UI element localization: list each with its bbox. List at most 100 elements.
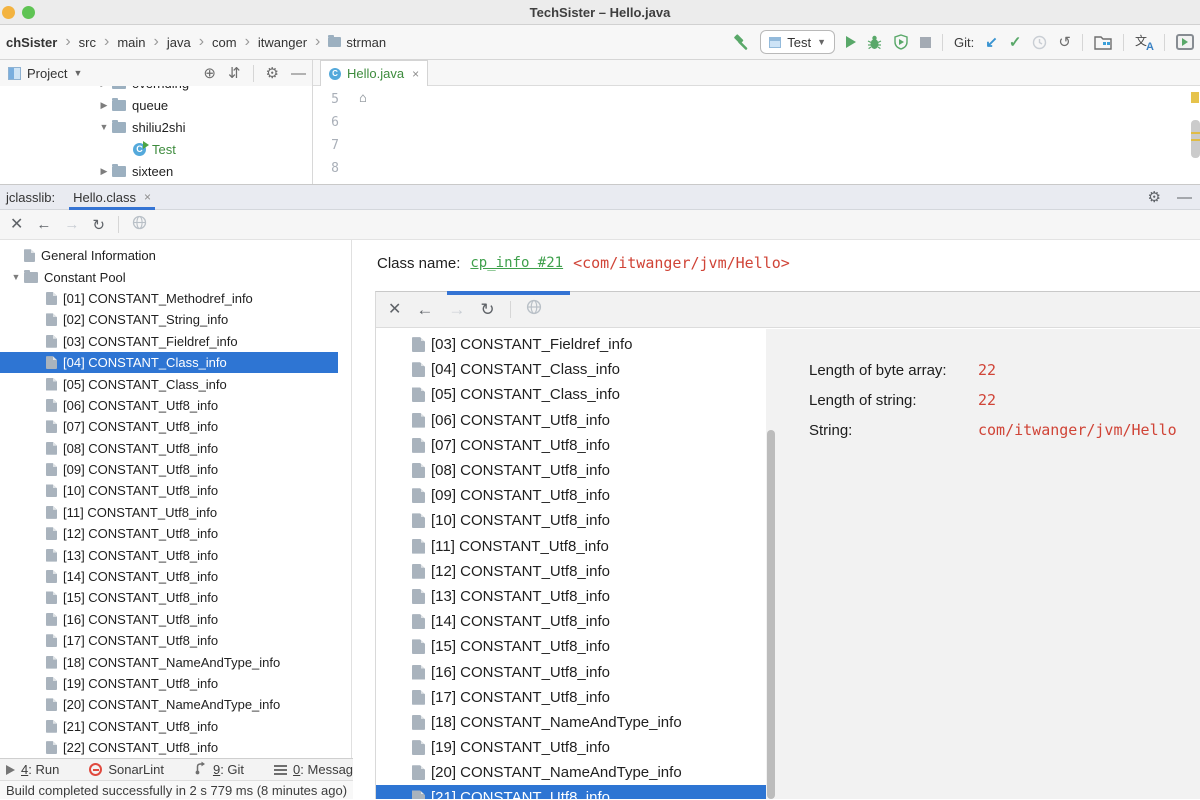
- tree-node[interactable]: [21] CONSTANT_Utf8_info: [376, 785, 766, 799]
- tree-node[interactable]: General Information: [0, 245, 338, 266]
- breadcrumb-item[interactable]: itwanger: [237, 33, 307, 51]
- line-number[interactable]: 5: [313, 92, 339, 107]
- hide-panel-icon[interactable]: —: [1177, 190, 1192, 205]
- toolwindow-button[interactable]: 9: Git: [194, 761, 244, 778]
- stop-button[interactable]: [920, 36, 932, 48]
- fold-gutter[interactable]: [339, 157, 375, 180]
- breadcrumb-item[interactable]: com: [191, 33, 237, 51]
- project-tree-node[interactable]: overriding: [0, 86, 312, 94]
- forward-arrow-icon[interactable]: →: [64, 216, 79, 233]
- tree-node[interactable]: [14] CONSTANT_Utf8_info: [0, 566, 338, 587]
- run-toolwindow-icon[interactable]: [1176, 34, 1194, 50]
- gear-icon[interactable]: ⚙: [266, 66, 279, 81]
- tree-node[interactable]: [08] CONSTANT_Utf8_info: [376, 458, 766, 483]
- tree-node[interactable]: [08] CONSTANT_Utf8_info: [0, 438, 338, 459]
- expand-arrow-icon[interactable]: [8, 272, 24, 282]
- tree-node[interactable]: [18] CONSTANT_NameAndType_info: [376, 710, 766, 735]
- locate-file-icon[interactable]: ⊕: [203, 66, 216, 81]
- tree-node[interactable]: [11] CONSTANT_Utf8_info: [376, 534, 766, 559]
- tree-node[interactable]: [13] CONSTANT_Utf8_info: [0, 544, 338, 565]
- tree-node[interactable]: [02] CONSTANT_String_info: [0, 309, 338, 330]
- project-tree-node[interactable]: queue: [0, 94, 312, 116]
- expand-arrow-icon[interactable]: [96, 86, 112, 89]
- breadcrumb-item[interactable]: java: [146, 33, 191, 51]
- tree-node[interactable]: [04] CONSTANT_Class_info: [0, 351, 338, 374]
- expand-arrow-icon[interactable]: [96, 166, 112, 177]
- reload-icon[interactable]: ↻: [92, 216, 105, 234]
- tree-node[interactable]: [16] CONSTANT_Utf8_info: [376, 659, 766, 684]
- fold-gutter[interactable]: [339, 111, 375, 134]
- editor-tab-hello-java[interactable]: Hello.java ×: [320, 60, 429, 86]
- tree-node[interactable]: [03] CONSTANT_Fieldref_info: [376, 332, 766, 357]
- back-arrow-icon[interactable]: ←: [416, 300, 433, 320]
- fold-gutter[interactable]: [339, 134, 375, 157]
- line-number[interactable]: 8: [313, 161, 339, 176]
- tree-node[interactable]: [18] CONSTANT_NameAndType_info: [0, 651, 338, 672]
- forward-arrow-icon[interactable]: →: [448, 300, 465, 320]
- tree-node[interactable]: [22] CONSTANT_Utf8_info: [0, 737, 338, 758]
- breadcrumb-item[interactable]: main: [96, 33, 145, 51]
- project-tree-node[interactable]: Test: [0, 138, 312, 160]
- vcs-commit-icon[interactable]: ✓: [1009, 35, 1022, 50]
- tree-node[interactable]: Constant Pool: [0, 266, 338, 287]
- tree-node[interactable]: [14] CONSTANT_Utf8_info: [376, 609, 766, 634]
- tree-node[interactable]: [15] CONSTANT_Utf8_info: [0, 587, 338, 608]
- tree-node[interactable]: [05] CONSTANT_Class_info: [376, 382, 766, 407]
- run-configuration-select[interactable]: Test ▼: [760, 30, 836, 54]
- tree-node[interactable]: [13] CONSTANT_Utf8_info: [376, 584, 766, 609]
- breadcrumb-item[interactable]: chSister: [6, 35, 57, 50]
- line-number[interactable]: 6: [313, 115, 339, 130]
- build-hammer-icon[interactable]: [732, 33, 749, 51]
- run-with-coverage-button[interactable]: [893, 34, 909, 50]
- back-arrow-icon[interactable]: ←: [36, 216, 51, 233]
- rollback-icon[interactable]: ↺: [1058, 35, 1071, 50]
- chevron-down-icon[interactable]: ▼: [73, 68, 82, 78]
- line-number[interactable]: 7: [313, 138, 339, 153]
- translate-icon[interactable]: 文A: [1135, 34, 1154, 53]
- tree-node[interactable]: [06] CONSTANT_Utf8_info: [0, 395, 338, 416]
- expand-arrow-icon[interactable]: [96, 100, 112, 111]
- close-icon[interactable]: ×: [412, 67, 419, 81]
- tree-node[interactable]: [16] CONSTANT_Utf8_info: [0, 609, 338, 630]
- tree-node[interactable]: [19] CONSTANT_Utf8_info: [376, 735, 766, 760]
- tree-node[interactable]: [10] CONSTANT_Utf8_info: [376, 508, 766, 533]
- toolwindow-button[interactable]: SonarLint: [89, 762, 164, 777]
- tree-node[interactable]: [12] CONSTANT_Utf8_info: [0, 523, 338, 544]
- tree-node[interactable]: [04] CONSTANT_Class_info: [376, 357, 766, 382]
- tree-node[interactable]: [19] CONSTANT_Utf8_info: [0, 673, 338, 694]
- tree-node[interactable]: [09] CONSTANT_Utf8_info: [0, 459, 338, 480]
- history-clock-icon[interactable]: [1032, 35, 1047, 50]
- inner-scrollbar-thumb[interactable]: [447, 291, 570, 295]
- breadcrumb-item[interactable]: strman: [307, 33, 386, 51]
- project-panel-title[interactable]: Project: [27, 66, 67, 81]
- run-button[interactable]: [846, 36, 857, 48]
- tree-node[interactable]: [10] CONSTANT_Utf8_info: [0, 480, 338, 501]
- tree-node[interactable]: [06] CONSTANT_Utf8_info: [376, 408, 766, 433]
- breadcrumb-item[interactable]: src: [57, 33, 96, 51]
- close-icon[interactable]: ✕: [388, 301, 401, 318]
- project-tree-node[interactable]: sixteen: [0, 160, 312, 182]
- reload-icon[interactable]: ↻: [480, 300, 494, 320]
- warning-stripe-mark[interactable]: [1191, 92, 1199, 103]
- tree-node[interactable]: [07] CONSTANT_Utf8_info: [376, 433, 766, 458]
- tree-node[interactable]: [01] CONSTANT_Methodref_info: [0, 288, 338, 309]
- project-tree-node[interactable]: shiliu2shi: [0, 116, 312, 138]
- jclasslib-tab-hello-class[interactable]: Hello.class ×: [69, 185, 155, 210]
- tree-node[interactable]: [07] CONSTANT_Utf8_info: [0, 416, 338, 437]
- tree-node[interactable]: [20] CONSTANT_NameAndType_info: [376, 760, 766, 785]
- toolwindow-button[interactable]: 4: Run: [6, 762, 59, 777]
- project-folders-icon[interactable]: [1094, 34, 1112, 50]
- gear-icon[interactable]: ⚙: [1148, 190, 1161, 205]
- close-icon[interactable]: ×: [144, 190, 151, 204]
- tree-node[interactable]: [21] CONSTANT_Utf8_info: [0, 716, 338, 737]
- web-globe-icon[interactable]: [132, 215, 147, 234]
- editor-code-area[interactable]: 5 6 7 8: [313, 86, 1200, 184]
- expand-arrow-icon[interactable]: [96, 122, 112, 132]
- tree-node[interactable]: [09] CONSTANT_Utf8_info: [376, 483, 766, 508]
- collapse-all-icon[interactable]: ⇵: [228, 66, 241, 81]
- hide-panel-icon[interactable]: —: [291, 66, 306, 81]
- tree-node[interactable]: [05] CONSTANT_Class_info: [0, 373, 338, 394]
- cp-info-link[interactable]: cp_info #21: [470, 255, 563, 271]
- tree-node[interactable]: [11] CONSTANT_Utf8_info: [0, 502, 338, 523]
- vcs-update-icon[interactable]: ↙: [985, 35, 998, 50]
